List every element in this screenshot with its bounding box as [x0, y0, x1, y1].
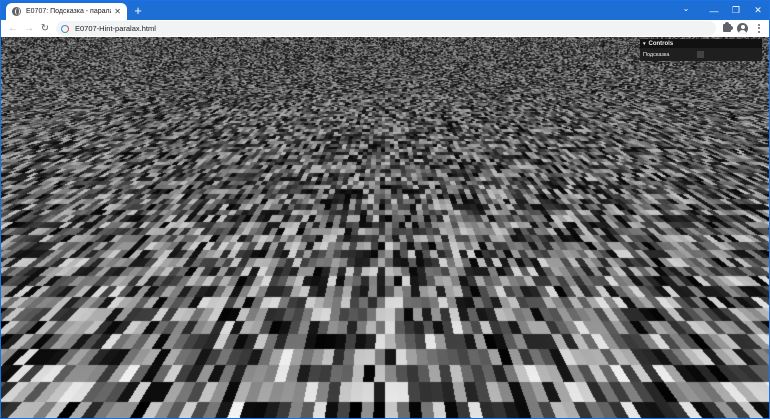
maximize-button[interactable]: ❐	[725, 1, 747, 20]
controls-row-hint: Подсказка	[640, 48, 762, 61]
webgl-viewport[interactable]: ▾ Controls Подсказка	[1, 37, 769, 418]
noise-texture-canvas[interactable]	[1, 37, 769, 418]
profile-icon[interactable]	[736, 21, 749, 35]
controls-panel: ▾ Controls Подсказка	[640, 39, 762, 61]
tab-strip: E0707: Подсказка - паралакс ✕ + ⌄ — ❐ ✕	[1, 1, 769, 20]
controls-title: Controls	[648, 40, 674, 47]
url-text[interactable]: E0707-Hint-paralax.html	[75, 24, 156, 33]
reload-icon[interactable]: ↻	[37, 21, 53, 36]
hint-checkbox[interactable]	[697, 51, 704, 58]
minimize-button[interactable]: —	[703, 1, 725, 20]
close-window-button[interactable]: ✕	[747, 1, 769, 20]
tab-title: E0707: Подсказка - паралакс	[26, 8, 112, 15]
address-bar[interactable]: E0707-Hint-paralax.html	[56, 21, 716, 36]
browser-tab[interactable]: E0707: Подсказка - паралакс ✕	[6, 3, 127, 20]
chevron-down-icon: ▾	[643, 40, 646, 47]
forward-arrow-icon[interactable]: →	[21, 21, 37, 36]
browser-window: E0707: Подсказка - паралакс ✕ + ⌄ — ❐ ✕ …	[0, 0, 770, 419]
window-controls: — ❐ ✕	[703, 1, 769, 20]
tab-search-icon[interactable]: ⌄	[679, 4, 693, 16]
hint-label: Подсказка	[643, 51, 670, 58]
controls-title-bar[interactable]: ▾ Controls	[640, 39, 762, 48]
globe-icon	[12, 7, 21, 16]
new-tab-button[interactable]: +	[131, 4, 145, 18]
google-icon	[61, 24, 69, 33]
back-arrow-icon[interactable]: ←	[5, 21, 21, 36]
extensions-puzzle-icon[interactable]	[720, 21, 733, 35]
browser-toolbar: ← → ↻ E0707-Hint-paralax.html	[1, 20, 769, 37]
tab-close-icon[interactable]: ✕	[114, 7, 121, 16]
toolbar-actions	[720, 21, 765, 35]
menu-kebab-icon[interactable]	[752, 21, 765, 35]
